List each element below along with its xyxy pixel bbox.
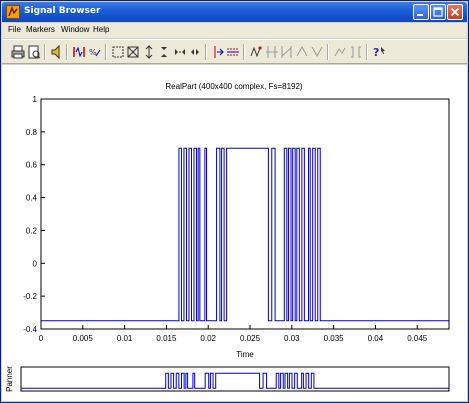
x-tick-label: 0.03 bbox=[284, 334, 300, 343]
window-title: Signal Browser bbox=[24, 6, 101, 16]
zoom-full-icon[interactable] bbox=[126, 44, 140, 60]
print-preview-icon[interactable] bbox=[27, 44, 41, 60]
y-tick-label: 0.6 bbox=[26, 161, 38, 170]
x-tick-label: 0.025 bbox=[240, 334, 261, 343]
print-icon[interactable] bbox=[11, 44, 25, 60]
x-tick-label: 0.015 bbox=[156, 334, 177, 343]
close-button[interactable] bbox=[447, 4, 463, 20]
x-axis-label: Time bbox=[236, 350, 254, 359]
y-tick-label: 0.8 bbox=[26, 128, 38, 137]
zoom-horizontal-out-icon[interactable] bbox=[188, 44, 202, 60]
toolbar-separator bbox=[243, 44, 245, 60]
x-tick-label: 0.01 bbox=[117, 334, 133, 343]
menu-file[interactable]: File bbox=[8, 25, 21, 34]
menu-bar: File Markers Window Help bbox=[2, 23, 467, 38]
play-sound-icon[interactable] bbox=[50, 44, 64, 60]
help-icon[interactable]: ? bbox=[372, 44, 386, 60]
marker-add-icon[interactable] bbox=[249, 44, 263, 60]
maximize-button[interactable] bbox=[430, 4, 446, 20]
panner-axes[interactable] bbox=[20, 366, 450, 392]
marker-horizontal-icon[interactable] bbox=[226, 44, 240, 60]
matlab-app-icon bbox=[6, 5, 20, 19]
marker-peak-icon[interactable] bbox=[295, 44, 309, 60]
toolbar: % ? bbox=[2, 39, 467, 64]
close-icon bbox=[450, 7, 460, 17]
marker-valley-icon[interactable] bbox=[310, 44, 324, 60]
toolbar-separator bbox=[66, 44, 68, 60]
y-tick-label: -0.4 bbox=[23, 325, 37, 334]
toolbar-separator bbox=[105, 44, 107, 60]
x-tick-label: 0.045 bbox=[407, 334, 428, 343]
x-tick-label: 0.035 bbox=[324, 334, 345, 343]
main-plot[interactable]: RealPart (400x400 complex, Fs=8192) -0.4… bbox=[2, 65, 467, 401]
plot-title: RealPart (400x400 complex, Fs=8192) bbox=[165, 82, 303, 91]
y-tick-label: 0.2 bbox=[26, 226, 38, 235]
content-area: RealPart (400x400 complex, Fs=8192) -0.4… bbox=[2, 65, 467, 401]
signal-browser-window: Signal Browser File Markers Window Help bbox=[0, 0, 469, 403]
plot-axes[interactable] bbox=[40, 98, 450, 330]
y-tick-label: -0.2 bbox=[23, 292, 37, 301]
x-tick-label: 0 bbox=[39, 334, 44, 343]
svg-text:?: ? bbox=[373, 46, 379, 59]
marker-slope-icon[interactable] bbox=[280, 44, 294, 60]
x-tick-label: 0.04 bbox=[368, 334, 384, 343]
marker-vertical-icon[interactable] bbox=[211, 44, 225, 60]
zoom-horizontal-in-icon[interactable] bbox=[173, 44, 187, 60]
x-tick-label: 0.005 bbox=[73, 334, 94, 343]
minimize-icon bbox=[417, 14, 423, 16]
maximize-icon bbox=[433, 7, 443, 17]
minimize-button[interactable] bbox=[413, 4, 429, 20]
select-trace-icon[interactable]: % bbox=[88, 44, 102, 60]
toolbar-separator bbox=[205, 44, 207, 60]
toolbar-separator bbox=[327, 44, 329, 60]
panner-icon[interactable] bbox=[349, 44, 363, 60]
title-bar[interactable]: Signal Browser bbox=[2, 2, 467, 22]
menu-markers[interactable]: Markers bbox=[26, 25, 55, 34]
y-tick-label: 1 bbox=[33, 95, 38, 104]
x-tick-label: 0.02 bbox=[200, 334, 216, 343]
panner-label: Panner bbox=[5, 366, 14, 392]
y-tick-label: 0 bbox=[33, 259, 38, 268]
zoom-box-icon[interactable] bbox=[111, 44, 125, 60]
menu-window[interactable]: Window bbox=[61, 25, 89, 34]
toolbar-separator bbox=[44, 44, 46, 60]
toolbar-separator bbox=[366, 44, 368, 60]
array-display-icon[interactable] bbox=[333, 44, 347, 60]
marker-track-icon[interactable] bbox=[265, 44, 279, 60]
y-tick-label: 0.4 bbox=[26, 194, 38, 203]
menu-help[interactable]: Help bbox=[93, 25, 109, 34]
select-all-icon[interactable] bbox=[72, 44, 86, 60]
zoom-vertical-in-icon[interactable] bbox=[142, 44, 156, 60]
zoom-vertical-out-icon[interactable] bbox=[157, 44, 171, 60]
